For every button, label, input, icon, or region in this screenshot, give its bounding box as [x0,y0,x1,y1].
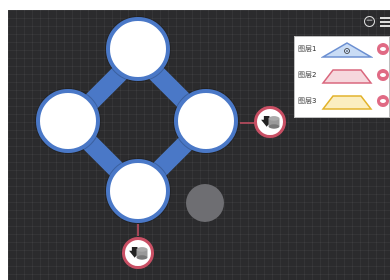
output-port-right[interactable]: 🡇 [254,106,286,138]
database-icon [268,116,280,129]
node-right[interactable] [174,89,238,153]
eye-icon[interactable] [377,43,389,55]
node-top[interactable] [106,17,170,81]
trapezoid-shape-icon [321,69,373,84]
layer-row-1[interactable]: 图层1 [295,39,390,61]
eye-icon[interactable] [377,95,389,107]
layer-row-2[interactable]: 图层2 [295,65,390,87]
database-icon [136,247,148,260]
panel-toolbar: − [364,16,390,30]
node-left[interactable] [36,89,100,153]
node-bottom[interactable] [106,159,170,223]
triangle-shape-icon [321,42,373,58]
layer-label: 图层2 [298,71,317,79]
layers-panel: 图层1 图层2 图层3 [294,36,390,118]
minus-circle-icon[interactable]: − [364,16,375,27]
trapezoid-shape-icon [321,95,373,110]
menu-icon[interactable] [380,17,390,27]
layer-label: 图层1 [298,45,317,53]
layer-label: 图层3 [298,97,317,105]
eye-icon[interactable] [377,69,389,81]
output-port-bottom[interactable]: 🡇 [122,237,154,269]
drag-ghost-node [186,184,224,222]
layer-row-3[interactable]: 图层3 [295,91,390,113]
